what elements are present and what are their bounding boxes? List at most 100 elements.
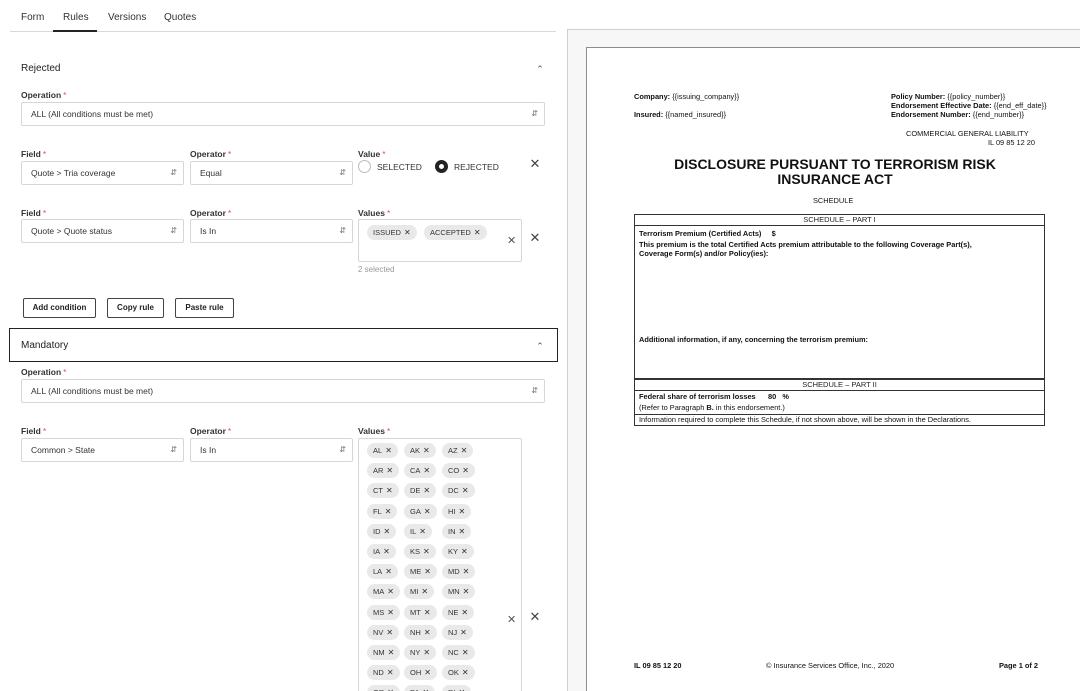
chip-state[interactable]: NV ✕: [367, 624, 400, 640]
chip-state[interactable]: IA ✕: [367, 544, 396, 559]
operation-select[interactable]: ALL (All conditions must be met) ⇵: [21, 102, 545, 126]
chip-state[interactable]: NJ ✕: [442, 624, 473, 640]
close-icon[interactable]: ✕: [460, 628, 467, 637]
chip-state[interactable]: LA ✕: [367, 564, 398, 580]
tab-rules[interactable]: Rules: [53, 12, 97, 32]
remove-condition-close-icon[interactable]: ✕: [529, 610, 541, 623]
operation-select[interactable]: ALL (All conditions must be met) ⇵: [21, 379, 545, 403]
operator-select[interactable]: Is In ⇵: [190, 219, 353, 243]
chip-state[interactable]: NC ✕: [442, 645, 475, 660]
clear-values-close-icon[interactable]: ✕: [507, 613, 516, 626]
chip-state[interactable]: HI ✕: [442, 503, 472, 519]
operator-select[interactable]: Is In ⇵: [190, 438, 353, 462]
radio-selected[interactable]: [358, 160, 371, 173]
chip-state[interactable]: MT ✕: [404, 604, 437, 620]
field-select[interactable]: Quote > Quote status ⇵: [21, 219, 184, 243]
clear-values-close-icon[interactable]: ✕: [507, 234, 516, 247]
close-icon[interactable]: ✕: [461, 608, 468, 617]
field-select[interactable]: Common > State ⇵: [21, 438, 184, 462]
field-select[interactable]: Quote > Tria coverage ⇵: [21, 161, 184, 185]
chip-state[interactable]: DE ✕: [404, 483, 437, 499]
close-icon[interactable]: ✕: [384, 527, 391, 536]
close-icon[interactable]: ✕: [423, 648, 430, 657]
close-icon[interactable]: ✕: [424, 567, 431, 576]
chip-state[interactable]: IN ✕: [442, 523, 472, 539]
paste-rule-button[interactable]: Paste rule: [175, 298, 234, 318]
chip-state[interactable]: NE ✕: [442, 604, 475, 620]
chip-state[interactable]: CT ✕: [367, 483, 399, 499]
close-icon[interactable]: ✕: [424, 668, 431, 677]
close-icon[interactable]: ✕: [386, 486, 393, 495]
chip-state[interactable]: CO ✕: [442, 463, 475, 479]
radio-rejected[interactable]: [435, 160, 448, 173]
mandatory-section-header[interactable]: [9, 328, 558, 362]
close-icon[interactable]: ✕: [461, 547, 468, 556]
chip-state[interactable]: OK ✕: [442, 665, 475, 681]
close-icon[interactable]: ✕: [421, 587, 428, 596]
chip-state[interactable]: MS ✕: [367, 604, 400, 620]
close-icon[interactable]: ✕: [462, 466, 469, 475]
close-icon[interactable]: ✕: [387, 608, 394, 617]
close-icon[interactable]: ✕: [385, 507, 392, 516]
chip-state[interactable]: NY ✕: [404, 645, 437, 660]
close-icon[interactable]: ✕: [385, 446, 392, 455]
chip-state[interactable]: MD ✕: [442, 564, 476, 580]
close-icon[interactable]: ✕: [424, 507, 431, 516]
chip-state[interactable]: OH ✕: [404, 665, 437, 681]
value-radio-rejected[interactable]: REJECTED: [435, 160, 499, 173]
chip-state[interactable]: AR ✕: [367, 463, 400, 479]
chip-accepted[interactable]: ACCEPTED ✕: [424, 225, 487, 240]
chip-state[interactable]: ME ✕: [404, 564, 437, 580]
close-icon[interactable]: ✕: [463, 587, 470, 596]
tab-form[interactable]: Form: [21, 12, 44, 32]
close-icon[interactable]: ✕: [423, 486, 430, 495]
chip-state[interactable]: PA✕: [404, 685, 436, 691]
chip-state[interactable]: GA ✕: [404, 503, 437, 519]
values-multiselect[interactable]: ISSUED ✕ ACCEPTED ✕ ✕: [358, 219, 522, 262]
chip-state[interactable]: MI ✕: [404, 584, 435, 600]
chip-state[interactable]: IL ✕: [404, 523, 432, 539]
value-radio-selected[interactable]: SELECTED: [358, 160, 422, 173]
close-icon[interactable]: ✕: [423, 446, 430, 455]
chip-state[interactable]: RI✕: [442, 685, 472, 691]
chip-state[interactable]: MN ✕: [442, 584, 476, 600]
chevron-up-icon[interactable]: ⌃: [535, 64, 545, 74]
state-values-multiselect[interactable]: ✕ AL ✕ AK ✕ AZ ✕ AR ✕ CA ✕ CO ✕ CT ✕ DE ✕ DC ✕ FL ✕ GA ✕ HI ✕ ID…: [358, 438, 522, 691]
close-icon[interactable]: ✕: [459, 527, 466, 536]
close-icon[interactable]: ✕: [424, 608, 431, 617]
close-icon[interactable]: ✕: [385, 567, 392, 576]
chip-state[interactable]: MA ✕: [367, 584, 400, 600]
chip-state[interactable]: AL ✕: [367, 443, 398, 458]
close-icon[interactable]: ✕: [462, 648, 469, 657]
close-icon[interactable]: ✕: [462, 668, 469, 677]
chip-state[interactable]: AZ ✕: [442, 443, 474, 458]
close-icon[interactable]: ✕: [383, 547, 390, 556]
chip-state[interactable]: AK ✕: [404, 443, 436, 458]
chip-state[interactable]: ND ✕: [367, 665, 400, 681]
chip-state[interactable]: OR✕: [367, 685, 400, 691]
chip-state[interactable]: CA ✕: [404, 463, 437, 479]
chip-state[interactable]: ID ✕: [367, 523, 397, 539]
close-icon[interactable]: ✕: [461, 446, 468, 455]
close-icon[interactable]: ✕: [462, 486, 469, 495]
close-icon[interactable]: ✕: [387, 668, 394, 677]
chip-state[interactable]: FL ✕: [367, 503, 398, 519]
close-icon[interactable]: ✕: [386, 466, 393, 475]
copy-rule-button[interactable]: Copy rule: [107, 298, 164, 318]
close-icon[interactable]: ✕: [423, 466, 430, 475]
close-icon[interactable]: ✕: [388, 648, 395, 657]
chevron-up-icon[interactable]: ⌃: [535, 341, 545, 351]
operator-select[interactable]: Equal ⇵: [190, 161, 353, 185]
chip-state[interactable]: NH ✕: [404, 624, 437, 640]
remove-condition-close-icon[interactable]: ✕: [529, 231, 541, 244]
add-condition-button[interactable]: Add condition: [23, 298, 96, 318]
tab-quotes[interactable]: Quotes: [164, 12, 196, 32]
chip-state[interactable]: KY ✕: [442, 544, 474, 559]
close-icon[interactable]: ✕: [386, 628, 393, 637]
close-icon[interactable]: ✕: [474, 228, 481, 237]
remove-condition-close-icon[interactable]: ✕: [529, 157, 541, 170]
chip-state[interactable]: NM ✕: [367, 645, 401, 660]
chip-state[interactable]: KS ✕: [404, 544, 436, 559]
close-icon[interactable]: ✕: [463, 567, 470, 576]
close-icon[interactable]: ✕: [387, 587, 394, 596]
